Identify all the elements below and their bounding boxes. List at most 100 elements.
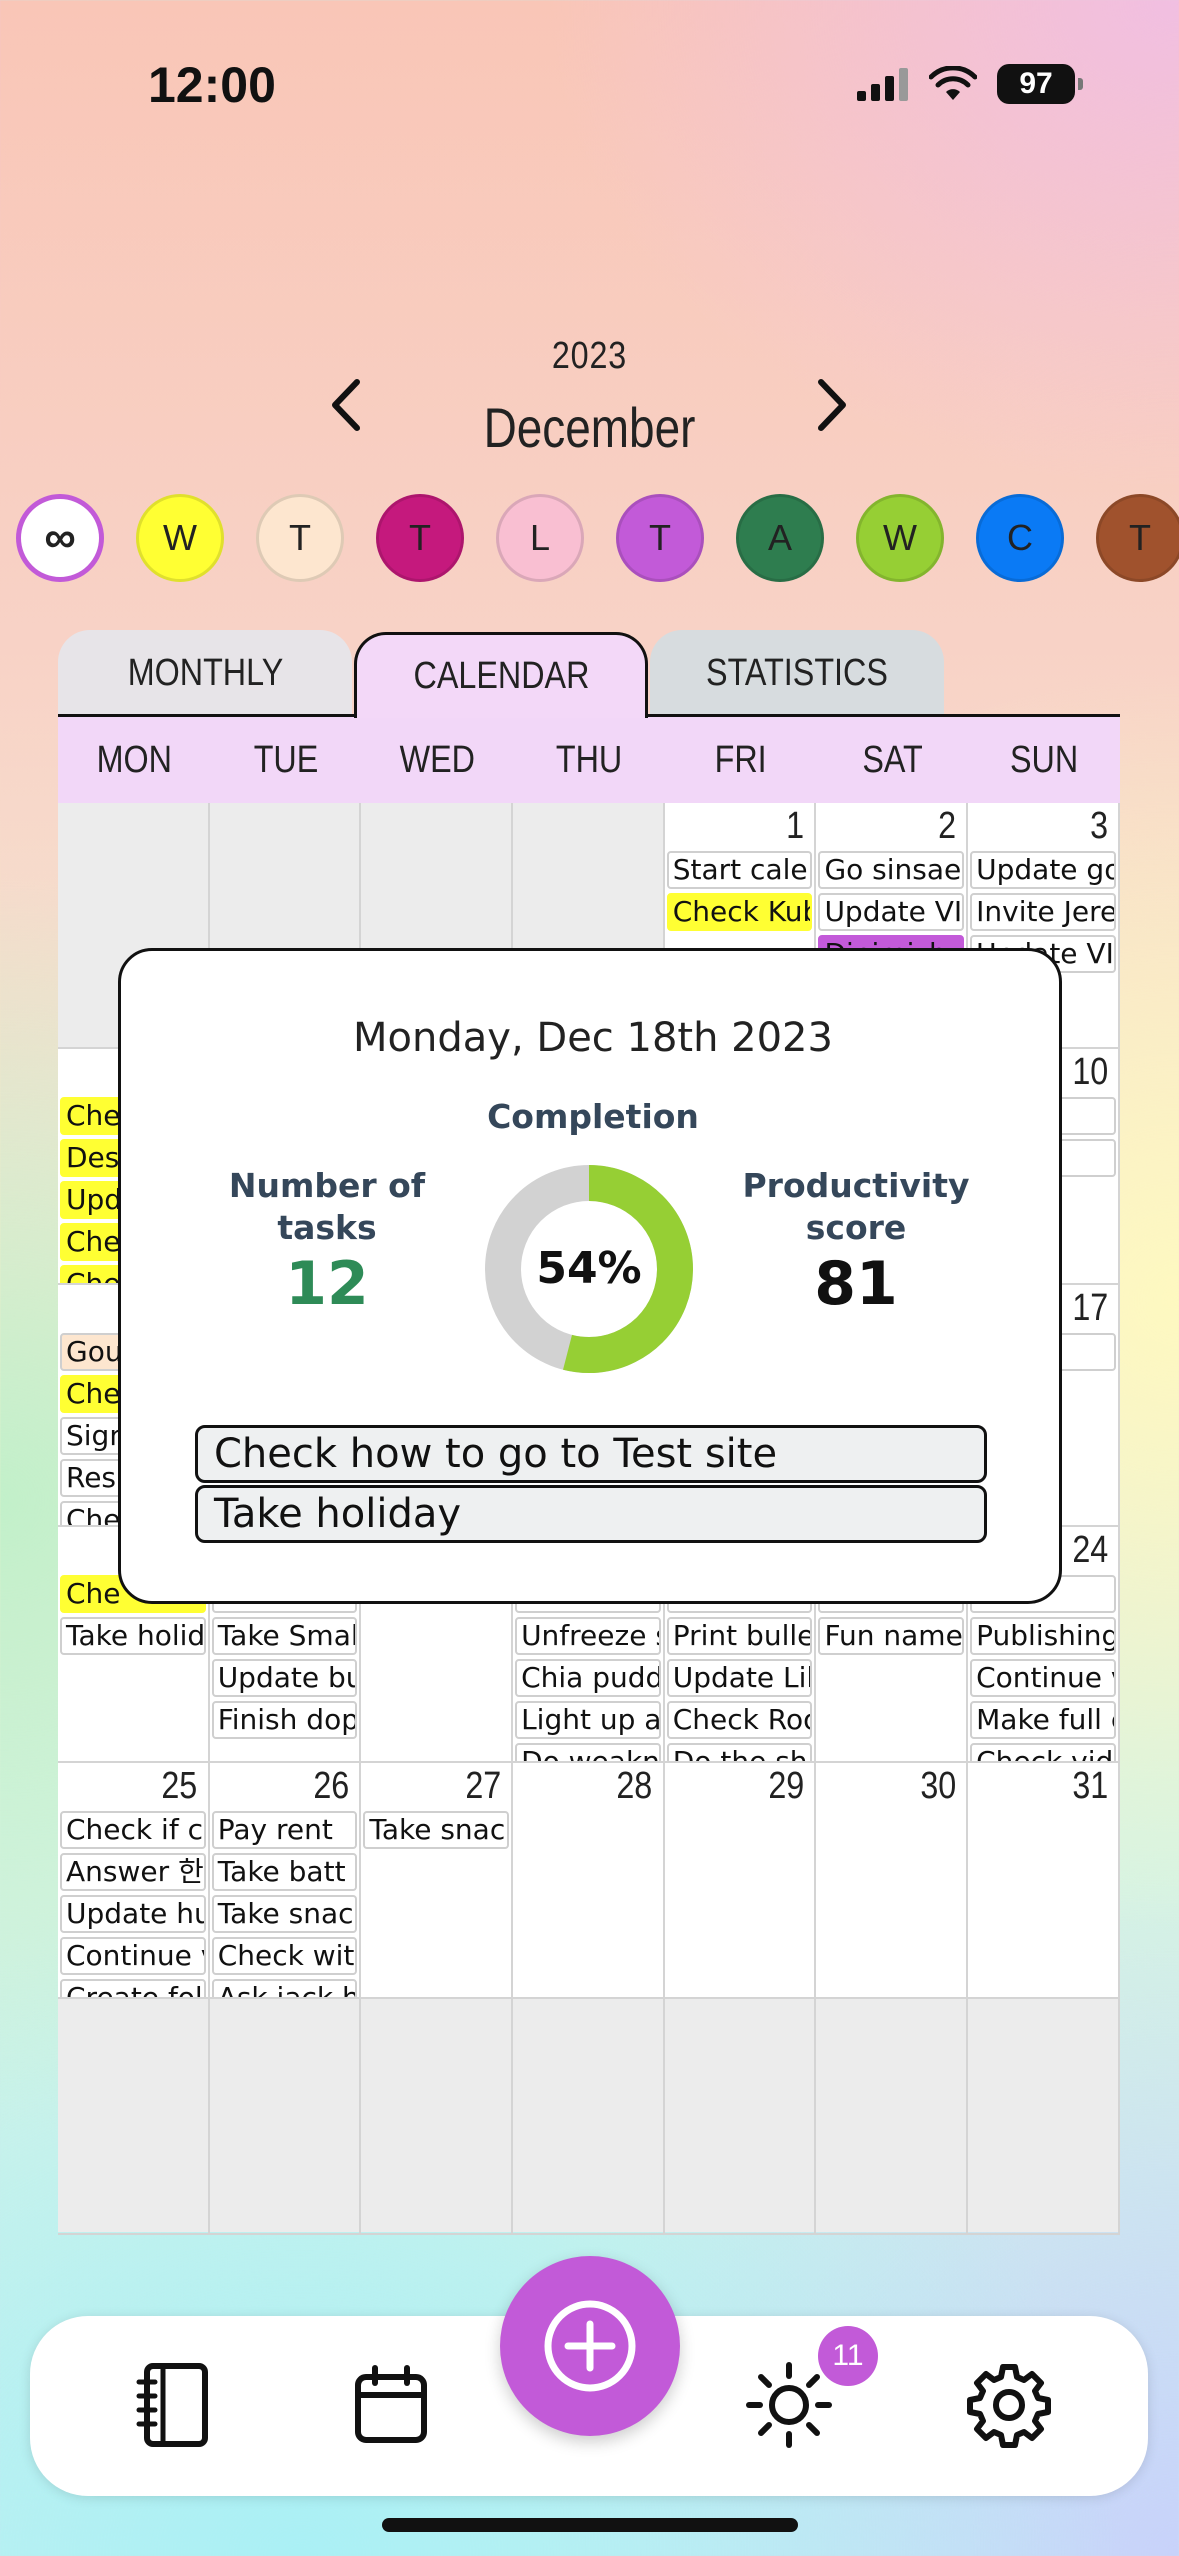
day-number: 31 (1071, 1765, 1108, 1807)
battery-level: 97 (1019, 67, 1053, 100)
calendar-task[interactable]: Do the sh (666, 1743, 813, 1761)
filter-label: W (163, 517, 197, 558)
calendar-task[interactable]: Publishing (970, 1617, 1116, 1655)
tab-daily[interactable] (744, 2360, 834, 2450)
task-count-block: Number of tasks 12 (217, 1165, 437, 1319)
filter-label: T (649, 517, 671, 558)
day-number: 2 (938, 805, 957, 847)
calendar-task[interactable]: Take snac (363, 1811, 510, 1849)
filter-label: L (529, 517, 551, 558)
calendar-task[interactable]: Do weakn (515, 1743, 661, 1761)
calendar-task[interactable]: Update hu (60, 1895, 206, 1933)
weekday-label: SUN (1010, 738, 1079, 781)
home-indicator (382, 2518, 798, 2532)
calendar-day-cell (58, 1999, 210, 2235)
completion-label: Completion (487, 1097, 699, 1136)
calendar-day-cell[interactable]: 31 (968, 1763, 1120, 1999)
calendar-task[interactable]: Make full c (970, 1701, 1116, 1739)
filter-chip[interactable]: T (616, 494, 704, 582)
tab-label: STATISTICS (706, 651, 888, 694)
calendar-day-cell[interactable]: 29 (664, 1763, 817, 1999)
popup-task-item[interactable]: Take holiday (195, 1485, 987, 1543)
productivity-block: Productivity score 81 (711, 1165, 1001, 1319)
calendar-task[interactable]: Check if c (60, 1811, 206, 1849)
filter-chip[interactable]: T (1096, 494, 1179, 582)
infinity-icon: ∞ (44, 513, 76, 562)
weekday-label: MON (96, 738, 172, 781)
tab-settings[interactable] (964, 2360, 1054, 2450)
day-task-list: Check if c Answer 한 Update hu Continue v Cre… (60, 1811, 206, 1997)
filter-chip[interactable]: L (496, 494, 584, 582)
calendar-task[interactable]: Check Kub (666, 893, 813, 931)
calendar-task[interactable]: Take holid (60, 1617, 206, 1655)
filter-chip[interactable]: A (736, 494, 824, 582)
calendar-icon (355, 2365, 427, 2443)
tab-statistics[interactable]: STATISTICS (650, 630, 944, 716)
filter-label: A (767, 517, 792, 558)
calendar-task[interactable]: Check wit (211, 1937, 358, 1975)
task-count-value: 12 (285, 1249, 369, 1319)
calendar-task[interactable]: Continue v (60, 1937, 206, 1975)
filter-chip[interactable]: W (856, 494, 944, 582)
calendar-task[interactable]: Create fol (60, 1979, 206, 1997)
task-count-label-1: Number of (228, 1166, 426, 1205)
calendar-task[interactable]: Print bulle (666, 1617, 813, 1655)
previous-month-button[interactable] (316, 370, 376, 440)
status-time: 12:00 (148, 57, 276, 113)
add-task-button[interactable] (500, 2256, 680, 2436)
calendar-task[interactable]: Continue v (970, 1659, 1116, 1697)
calendar-day-cell[interactable]: 30 (816, 1763, 969, 1999)
calendar-task[interactable]: Go sinsaeg (818, 851, 965, 889)
calendar-task[interactable]: Invite Jere (970, 893, 1116, 931)
calendar-task[interactable]: Ask jack h (211, 1979, 358, 1997)
calendar-task[interactable]: Update bu (211, 1659, 358, 1697)
calendar-task[interactable]: Fun names (818, 1617, 965, 1655)
calendar-task[interactable]: Take snac (211, 1895, 358, 1933)
day-number: 10 (1071, 1051, 1108, 1093)
calendar-day-cell[interactable]: 28 (513, 1763, 665, 1999)
filter-label: W (883, 517, 917, 558)
calendar-task[interactable]: Take Smal (211, 1617, 358, 1655)
calendar-task[interactable]: Finish dop (211, 1701, 358, 1739)
filter-chip[interactable]: C (976, 494, 1064, 582)
day-number: 27 (465, 1765, 502, 1807)
filter-all[interactable]: ∞ (16, 494, 104, 582)
filter-chip[interactable]: T (256, 494, 344, 582)
calendar-task[interactable]: Update VI (818, 893, 965, 931)
calendar-task[interactable]: Start calen (666, 851, 813, 889)
month-label: December (483, 396, 696, 459)
calendar-task[interactable]: Chia pudd (515, 1659, 661, 1697)
filter-chip[interactable]: T (376, 494, 464, 582)
calendar-day-cell[interactable]: 27 Take snac (361, 1763, 514, 1999)
calendar-task[interactable]: Check vid (970, 1743, 1116, 1761)
day-number: 24 (1071, 1529, 1108, 1571)
popup-task-item[interactable]: Check how to go to Test site (195, 1425, 987, 1483)
productivity-label-2: score (805, 1208, 907, 1247)
tab-calendar-view[interactable] (346, 2360, 436, 2450)
day-number: 29 (768, 1765, 805, 1807)
calendar-task[interactable]: Answer 한 (60, 1853, 206, 1891)
productivity-value: 81 (814, 1249, 898, 1319)
calendar-task[interactable]: Pay rent (211, 1811, 358, 1849)
calendar-task[interactable]: Update Lil (666, 1659, 813, 1697)
calendar-day-cell (968, 1999, 1120, 2235)
day-number: 3 (1089, 805, 1108, 847)
calendar-task[interactable]: Take batt (211, 1853, 358, 1891)
calendar-task[interactable]: Update go (970, 851, 1116, 889)
sun-icon (746, 2362, 832, 2448)
gear-icon (967, 2364, 1051, 2448)
calendar-day-cell[interactable]: 25 Check if c Answer 한 Update hu Continue vC… (58, 1763, 210, 1999)
calendar-day-cell[interactable]: 26 Pay rent Take batt Take snac Check wit Ask… (209, 1763, 362, 1999)
tab-calendar[interactable]: CALENDAR (354, 632, 648, 718)
next-month-button[interactable] (802, 370, 862, 440)
calendar-task[interactable]: Unfreeze s (515, 1617, 661, 1655)
tab-monthly[interactable]: MONTHLY (58, 630, 352, 716)
day-number: 26 (313, 1765, 350, 1807)
notification-badge: 11 (818, 2326, 878, 2386)
calendar-task[interactable]: Check Roo (666, 1701, 813, 1739)
chevron-right-icon (818, 379, 846, 431)
completion-percent: 54% (536, 1243, 641, 1294)
filter-chip[interactable]: W (136, 494, 224, 582)
calendar-task[interactable]: Light up a (515, 1701, 661, 1739)
tab-journal[interactable] (128, 2360, 218, 2450)
